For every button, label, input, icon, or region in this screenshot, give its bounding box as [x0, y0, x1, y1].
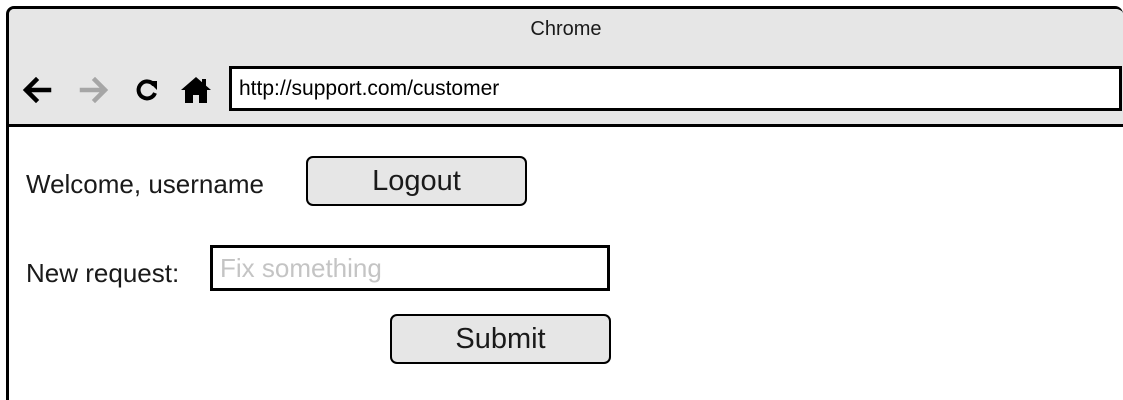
address-bar[interactable]: http://support.com/customer	[229, 66, 1122, 111]
submit-button[interactable]: Submit	[390, 314, 611, 364]
back-button[interactable]	[20, 73, 54, 107]
forward-button[interactable]	[77, 73, 111, 107]
home-icon	[181, 77, 211, 103]
reload-button[interactable]	[130, 73, 164, 107]
arrow-right-icon	[79, 77, 109, 103]
welcome-text: Welcome, username	[26, 169, 264, 199]
reload-icon	[136, 79, 157, 101]
new-request-label: New request:	[26, 258, 180, 288]
browser-toolbar: Chrome http://support.com/customer	[9, 9, 1123, 127]
logout-button[interactable]: Logout	[306, 156, 527, 206]
home-button[interactable]	[179, 73, 213, 107]
window-title: Chrome	[530, 18, 602, 40]
browser-window: Chrome http://support.com/customer Welco…	[6, 6, 1123, 400]
page-content: Welcome, username Logout New request: Su…	[9, 127, 1123, 400]
request-input[interactable]	[210, 245, 610, 291]
arrow-left-icon	[22, 77, 52, 103]
